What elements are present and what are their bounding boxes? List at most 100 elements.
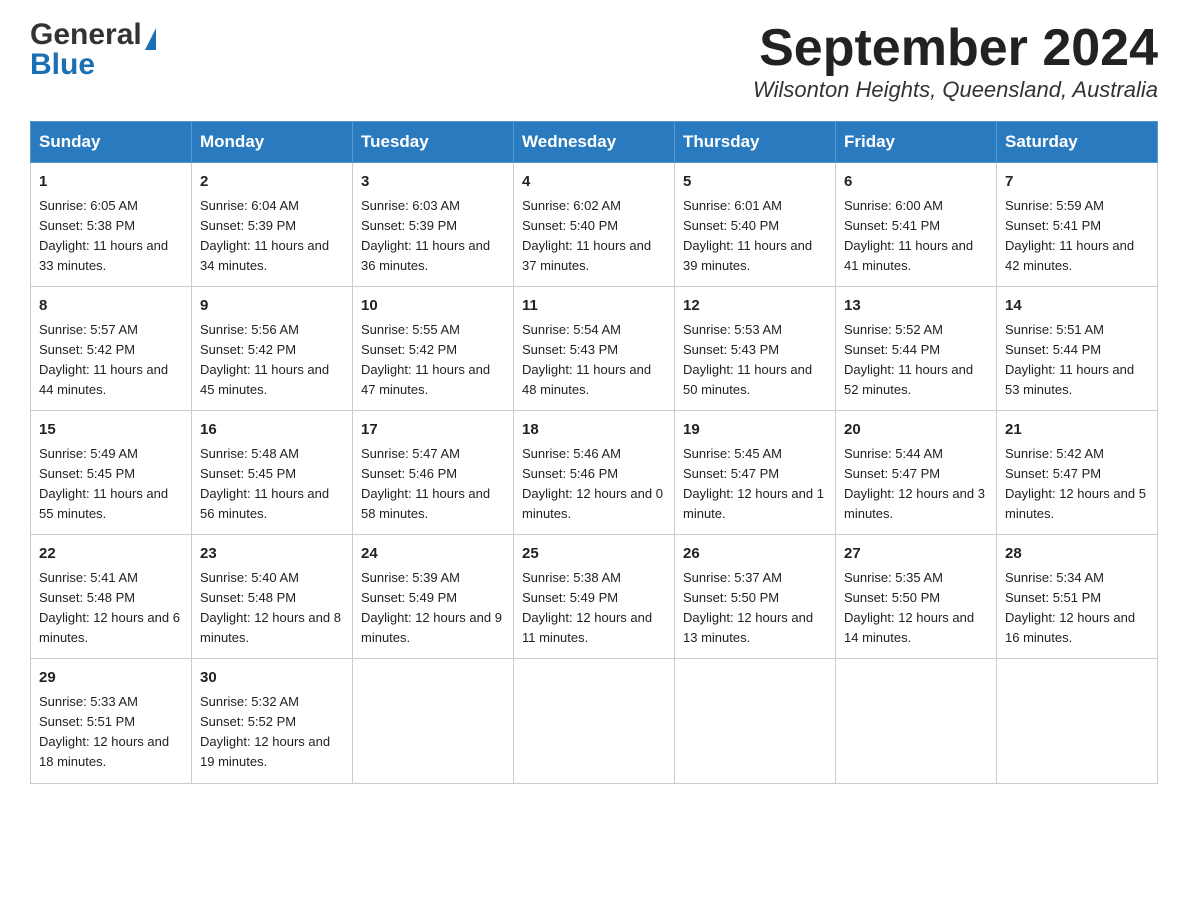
- day-number: 19: [683, 419, 827, 442]
- calendar-cell: 15 Sunrise: 5:49 AMSunset: 5:45 PMDaylig…: [31, 411, 192, 535]
- day-info: Sunrise: 5:51 AMSunset: 5:44 PMDaylight:…: [1005, 322, 1134, 397]
- calendar-cell: 23 Sunrise: 5:40 AMSunset: 5:48 PMDaylig…: [192, 535, 353, 659]
- day-info: Sunrise: 5:54 AMSunset: 5:43 PMDaylight:…: [522, 322, 651, 397]
- calendar-cell: 17 Sunrise: 5:47 AMSunset: 5:46 PMDaylig…: [353, 411, 514, 535]
- weekday-header-monday: Monday: [192, 122, 353, 163]
- day-info: Sunrise: 6:04 AMSunset: 5:39 PMDaylight:…: [200, 198, 329, 273]
- day-info: Sunrise: 5:33 AMSunset: 5:51 PMDaylight:…: [39, 694, 169, 769]
- day-number: 17: [361, 419, 505, 442]
- day-number: 26: [683, 543, 827, 566]
- day-info: Sunrise: 6:03 AMSunset: 5:39 PMDaylight:…: [361, 198, 490, 273]
- title-area: September 2024 Wilsonton Heights, Queens…: [753, 20, 1158, 103]
- weekday-header-thursday: Thursday: [675, 122, 836, 163]
- calendar-week-row: 1 Sunrise: 6:05 AMSunset: 5:38 PMDayligh…: [31, 163, 1158, 287]
- calendar-cell: 5 Sunrise: 6:01 AMSunset: 5:40 PMDayligh…: [675, 163, 836, 287]
- day-info: Sunrise: 5:56 AMSunset: 5:42 PMDaylight:…: [200, 322, 329, 397]
- day-number: 11: [522, 295, 666, 318]
- day-info: Sunrise: 6:02 AMSunset: 5:40 PMDaylight:…: [522, 198, 651, 273]
- day-number: 2: [200, 171, 344, 194]
- day-number: 28: [1005, 543, 1149, 566]
- day-number: 8: [39, 295, 183, 318]
- month-title: September 2024: [753, 20, 1158, 77]
- calendar-cell: 8 Sunrise: 5:57 AMSunset: 5:42 PMDayligh…: [31, 287, 192, 411]
- day-number: 12: [683, 295, 827, 318]
- day-info: Sunrise: 5:39 AMSunset: 5:49 PMDaylight:…: [361, 570, 502, 645]
- calendar-cell: 3 Sunrise: 6:03 AMSunset: 5:39 PMDayligh…: [353, 163, 514, 287]
- calendar-cell: 21 Sunrise: 5:42 AMSunset: 5:47 PMDaylig…: [997, 411, 1158, 535]
- calendar-cell: 12 Sunrise: 5:53 AMSunset: 5:43 PMDaylig…: [675, 287, 836, 411]
- header: General Blue September 2024 Wilsonton He…: [30, 20, 1158, 103]
- day-info: Sunrise: 5:46 AMSunset: 5:46 PMDaylight:…: [522, 446, 663, 521]
- day-number: 9: [200, 295, 344, 318]
- calendar-cell: 24 Sunrise: 5:39 AMSunset: 5:49 PMDaylig…: [353, 535, 514, 659]
- day-number: 27: [844, 543, 988, 566]
- weekday-header-friday: Friday: [836, 122, 997, 163]
- day-info: Sunrise: 5:47 AMSunset: 5:46 PMDaylight:…: [361, 446, 490, 521]
- day-info: Sunrise: 5:40 AMSunset: 5:48 PMDaylight:…: [200, 570, 341, 645]
- day-number: 30: [200, 667, 344, 690]
- calendar-week-row: 8 Sunrise: 5:57 AMSunset: 5:42 PMDayligh…: [31, 287, 1158, 411]
- calendar-cell: 28 Sunrise: 5:34 AMSunset: 5:51 PMDaylig…: [997, 535, 1158, 659]
- day-info: Sunrise: 5:57 AMSunset: 5:42 PMDaylight:…: [39, 322, 168, 397]
- day-info: Sunrise: 5:44 AMSunset: 5:47 PMDaylight:…: [844, 446, 985, 521]
- logo-triangle-icon: [145, 28, 156, 50]
- calendar-cell: 2 Sunrise: 6:04 AMSunset: 5:39 PMDayligh…: [192, 163, 353, 287]
- calendar-cell: 6 Sunrise: 6:00 AMSunset: 5:41 PMDayligh…: [836, 163, 997, 287]
- calendar-cell: 1 Sunrise: 6:05 AMSunset: 5:38 PMDayligh…: [31, 163, 192, 287]
- day-number: 25: [522, 543, 666, 566]
- calendar-cell: [675, 659, 836, 783]
- calendar-week-row: 29 Sunrise: 5:33 AMSunset: 5:51 PMDaylig…: [31, 659, 1158, 783]
- day-info: Sunrise: 5:48 AMSunset: 5:45 PMDaylight:…: [200, 446, 329, 521]
- calendar-cell: 27 Sunrise: 5:35 AMSunset: 5:50 PMDaylig…: [836, 535, 997, 659]
- day-info: Sunrise: 5:55 AMSunset: 5:42 PMDaylight:…: [361, 322, 490, 397]
- day-info: Sunrise: 5:45 AMSunset: 5:47 PMDaylight:…: [683, 446, 824, 521]
- calendar-cell: [836, 659, 997, 783]
- calendar-cell: 25 Sunrise: 5:38 AMSunset: 5:49 PMDaylig…: [514, 535, 675, 659]
- calendar-cell: 14 Sunrise: 5:51 AMSunset: 5:44 PMDaylig…: [997, 287, 1158, 411]
- day-number: 10: [361, 295, 505, 318]
- day-number: 5: [683, 171, 827, 194]
- day-number: 15: [39, 419, 183, 442]
- calendar-cell: [353, 659, 514, 783]
- calendar-cell: 7 Sunrise: 5:59 AMSunset: 5:41 PMDayligh…: [997, 163, 1158, 287]
- calendar-cell: 19 Sunrise: 5:45 AMSunset: 5:47 PMDaylig…: [675, 411, 836, 535]
- calendar-cell: 16 Sunrise: 5:48 AMSunset: 5:45 PMDaylig…: [192, 411, 353, 535]
- calendar-cell: 13 Sunrise: 5:52 AMSunset: 5:44 PMDaylig…: [836, 287, 997, 411]
- day-number: 1: [39, 171, 183, 194]
- weekday-header-sunday: Sunday: [31, 122, 192, 163]
- day-info: Sunrise: 6:00 AMSunset: 5:41 PMDaylight:…: [844, 198, 973, 273]
- weekday-header-row: SundayMondayTuesdayWednesdayThursdayFrid…: [31, 122, 1158, 163]
- day-info: Sunrise: 6:05 AMSunset: 5:38 PMDaylight:…: [39, 198, 168, 273]
- day-number: 24: [361, 543, 505, 566]
- location-subtitle: Wilsonton Heights, Queensland, Australia: [753, 77, 1158, 103]
- day-number: 4: [522, 171, 666, 194]
- weekday-header-tuesday: Tuesday: [353, 122, 514, 163]
- day-info: Sunrise: 5:34 AMSunset: 5:51 PMDaylight:…: [1005, 570, 1135, 645]
- weekday-header-saturday: Saturday: [997, 122, 1158, 163]
- calendar-week-row: 22 Sunrise: 5:41 AMSunset: 5:48 PMDaylig…: [31, 535, 1158, 659]
- day-number: 7: [1005, 171, 1149, 194]
- calendar-cell: 18 Sunrise: 5:46 AMSunset: 5:46 PMDaylig…: [514, 411, 675, 535]
- day-number: 14: [1005, 295, 1149, 318]
- day-info: Sunrise: 6:01 AMSunset: 5:40 PMDaylight:…: [683, 198, 812, 273]
- calendar-cell: 4 Sunrise: 6:02 AMSunset: 5:40 PMDayligh…: [514, 163, 675, 287]
- weekday-header-wednesday: Wednesday: [514, 122, 675, 163]
- logo-blue-text: Blue: [30, 48, 95, 82]
- calendar-cell: 11 Sunrise: 5:54 AMSunset: 5:43 PMDaylig…: [514, 287, 675, 411]
- day-info: Sunrise: 5:52 AMSunset: 5:44 PMDaylight:…: [844, 322, 973, 397]
- day-info: Sunrise: 5:37 AMSunset: 5:50 PMDaylight:…: [683, 570, 813, 645]
- calendar-cell: 30 Sunrise: 5:32 AMSunset: 5:52 PMDaylig…: [192, 659, 353, 783]
- day-number: 13: [844, 295, 988, 318]
- calendar-cell: 9 Sunrise: 5:56 AMSunset: 5:42 PMDayligh…: [192, 287, 353, 411]
- calendar-cell: 26 Sunrise: 5:37 AMSunset: 5:50 PMDaylig…: [675, 535, 836, 659]
- day-info: Sunrise: 5:35 AMSunset: 5:50 PMDaylight:…: [844, 570, 974, 645]
- logo-general-text: General: [30, 20, 142, 50]
- calendar-cell: 10 Sunrise: 5:55 AMSunset: 5:42 PMDaylig…: [353, 287, 514, 411]
- day-info: Sunrise: 5:32 AMSunset: 5:52 PMDaylight:…: [200, 694, 330, 769]
- day-number: 20: [844, 419, 988, 442]
- day-info: Sunrise: 5:38 AMSunset: 5:49 PMDaylight:…: [522, 570, 652, 645]
- day-number: 3: [361, 171, 505, 194]
- calendar-week-row: 15 Sunrise: 5:49 AMSunset: 5:45 PMDaylig…: [31, 411, 1158, 535]
- calendar-cell: 29 Sunrise: 5:33 AMSunset: 5:51 PMDaylig…: [31, 659, 192, 783]
- calendar-cell: 20 Sunrise: 5:44 AMSunset: 5:47 PMDaylig…: [836, 411, 997, 535]
